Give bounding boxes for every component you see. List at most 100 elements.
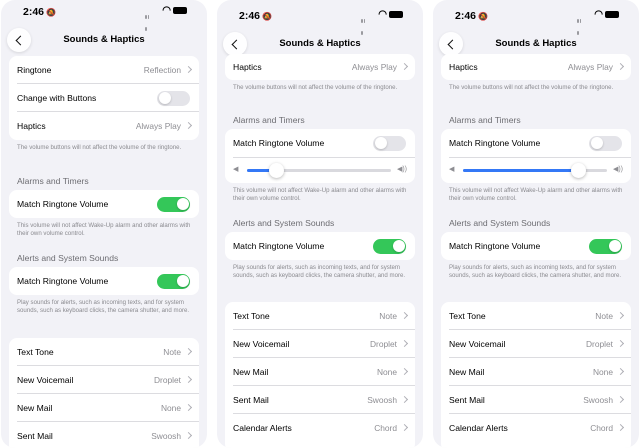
alarms-section-header: Alarms and Timers <box>17 176 89 186</box>
cellular-signal-icon <box>361 11 367 35</box>
tone-row[interactable]: Text Tone Note <box>441 302 631 330</box>
alerts-match-toggle[interactable] <box>589 238 622 254</box>
row-label: Calendar Alerts <box>449 423 508 433</box>
row-label: Match Ringtone Volume <box>17 276 109 286</box>
row-value: None <box>160 403 181 413</box>
ringtone-note: The volume buttons will not affect the v… <box>449 84 614 91</box>
change-with-buttons-toggle[interactable] <box>157 90 190 106</box>
chevron-right-icon <box>184 347 193 356</box>
tone-row[interactable]: New Mail None <box>441 358 631 386</box>
page-title: Sounds & Haptics <box>63 34 145 45</box>
cellular-signal-icon <box>145 7 151 31</box>
row-value: Reflection <box>143 65 181 75</box>
tone-row[interactable]: Calendar Alerts Chord <box>225 414 415 442</box>
wifi-icon: ◠ <box>378 9 387 20</box>
row-label: Sent Mail <box>17 431 53 441</box>
slider-thumb[interactable] <box>268 163 284 178</box>
row-label: Ringtone <box>17 65 52 75</box>
row-label: Text Tone <box>233 311 270 321</box>
chevron-right-icon <box>184 375 193 384</box>
tone-row[interactable]: Sent Mail Swoosh <box>9 422 199 448</box>
alarms-note: This volume will not affect Wake-Up alar… <box>233 187 407 202</box>
tone-row[interactable]: New Mail None <box>9 394 199 422</box>
alerts-section-header: Alerts and System Sounds <box>17 253 119 263</box>
status-time: 2:46 <box>23 6 45 18</box>
alerts-match-toggle[interactable] <box>157 273 190 289</box>
status-time: 2:46 <box>239 10 261 22</box>
row-value: Always Play <box>135 121 181 131</box>
speaker-high-icon: ◀)) <box>612 166 623 173</box>
speaker-high-icon: ◀)) <box>396 166 407 173</box>
status-bar: 2:46 🔕 ◠ <box>217 4 423 35</box>
tone-row[interactable]: New Voicemail Droplet <box>9 366 199 394</box>
ringtone-row[interactable]: Ringtone Reflection <box>9 56 199 84</box>
chevron-right-icon <box>616 367 625 376</box>
alarms-match-toggle[interactable] <box>373 135 406 151</box>
tone-row[interactable]: New Mail None <box>225 358 415 386</box>
chevron-right-icon <box>400 311 409 320</box>
row-label: Text Tone <box>17 347 54 357</box>
chevron-right-icon <box>184 403 193 412</box>
row-label: New Mail <box>17 403 53 413</box>
alarms-match-toggle[interactable] <box>157 196 190 212</box>
alarms-section-header: Alarms and Timers <box>233 115 305 125</box>
row-value: Droplet <box>154 375 181 385</box>
row-label: Haptics <box>17 121 46 131</box>
status-time: 2:46 <box>455 10 477 22</box>
row-value: Swoosh <box>583 395 613 405</box>
haptics-group: Haptics Always Play <box>225 54 415 80</box>
row-label: Haptics <box>233 62 262 72</box>
row-label: Haptics <box>449 62 478 72</box>
alarms-match-row: Match Ringtone Volume <box>225 129 415 157</box>
row-value: Note <box>379 311 397 321</box>
row-value: Droplet <box>586 339 613 349</box>
status-bar: 2:46 🔕 ◠ <box>433 4 639 35</box>
haptics-group: Haptics Always Play <box>441 54 631 80</box>
alerts-note: Play sounds for alerts, such as incoming… <box>233 264 406 279</box>
alerts-match-row: Match Ringtone Volume <box>441 232 631 260</box>
alerts-match-toggle[interactable] <box>373 238 406 254</box>
haptics-row[interactable]: Haptics Always Play <box>441 53 631 81</box>
battery-icon <box>389 11 403 18</box>
alarm-volume-slider[interactable] <box>247 163 391 178</box>
tone-row[interactable]: Sent Mail Swoosh <box>225 386 415 414</box>
ringtone-group: Ringtone Reflection Change with Buttons … <box>9 56 199 140</box>
alerts-group: Match Ringtone Volume <box>9 267 199 295</box>
tone-row[interactable]: New Voicemail Droplet <box>441 330 631 358</box>
tone-row[interactable]: New Voicemail Droplet <box>225 330 415 358</box>
alerts-group: Match Ringtone Volume <box>225 232 415 260</box>
alarms-section-header: Alarms and Timers <box>449 115 521 125</box>
tones-group: Text Tone Note New Voicemail Droplet New… <box>441 302 631 448</box>
row-value: Always Play <box>351 62 397 72</box>
alarms-note: This volume will not affect Wake-Up alar… <box>17 222 191 237</box>
alarms-match-toggle[interactable] <box>589 135 622 151</box>
row-label: New Voicemail <box>449 339 506 349</box>
tone-row[interactable]: Text Tone Note <box>9 338 199 366</box>
alerts-section-header: Alerts and System Sounds <box>449 218 551 228</box>
alarm-volume-slider[interactable] <box>463 163 607 178</box>
row-label: New Voicemail <box>233 339 290 349</box>
row-value: Droplet <box>370 339 397 349</box>
slider-thumb[interactable] <box>571 163 587 178</box>
phone-screen-2: 2:46 🔕 ◠ Sounds & Haptics Haptics Always … <box>217 0 423 448</box>
speaker-low-icon: ◀ <box>449 166 455 173</box>
tone-row[interactable]: Calendar Alerts Chord <box>441 414 631 442</box>
tone-row[interactable]: Text Tone Note <box>225 302 415 330</box>
row-value: Note <box>595 311 613 321</box>
row-label: Calendar Alerts <box>233 423 292 433</box>
alerts-section-header: Alerts and System Sounds <box>233 218 335 228</box>
status-bar: 2:46 🔕 ◠ <box>1 0 207 31</box>
page-title: Sounds & Haptics <box>279 38 361 49</box>
row-value: Chord <box>590 423 613 433</box>
haptics-row[interactable]: Haptics Always Play <box>9 112 199 140</box>
alarms-note: This volume will not affect Wake-Up alar… <box>449 187 623 202</box>
haptics-row[interactable]: Haptics Always Play <box>225 53 415 81</box>
alarms-group: Match Ringtone Volume ◀ ◀)) <box>441 129 631 183</box>
change-with-buttons-row: Change with Buttons <box>9 84 199 112</box>
row-label: Sent Mail <box>449 395 485 405</box>
alarms-group: Match Ringtone Volume ◀ ◀)) <box>225 129 415 183</box>
row-value: Swoosh <box>367 395 397 405</box>
row-label: Change with Buttons <box>17 93 97 103</box>
tone-row[interactable]: Sent Mail Swoosh <box>441 386 631 414</box>
silent-bell-icon: 🔕 <box>46 8 56 17</box>
